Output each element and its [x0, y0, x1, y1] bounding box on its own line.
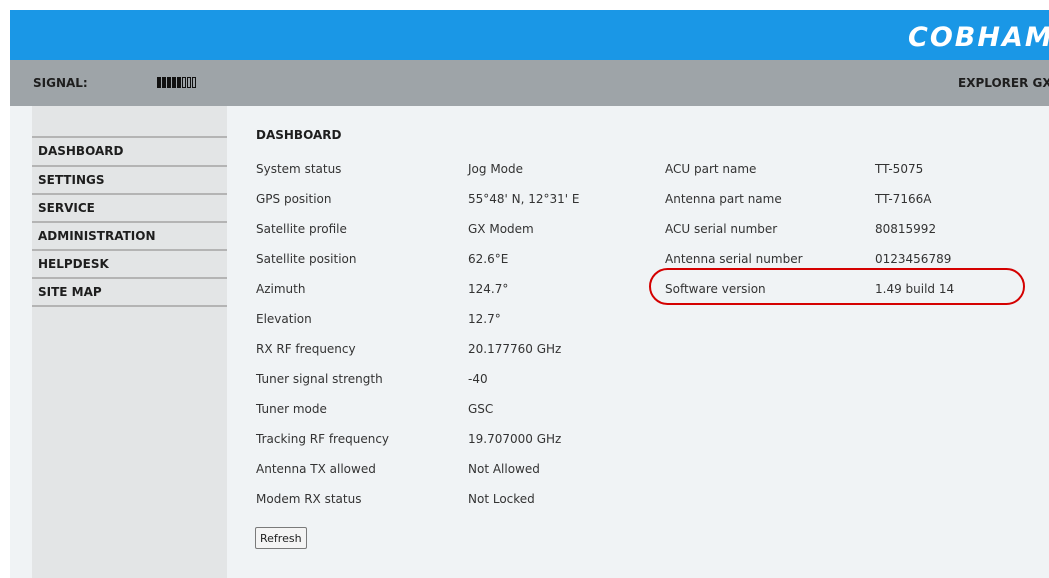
page-title: DASHBOARD [256, 128, 342, 142]
main-content: DASHBOARD SETTINGS SERVICE ADMINISTRATIO… [10, 106, 1049, 578]
status-row: Satellite position 62.6°E [256, 244, 656, 274]
status-value: 80815992 [875, 222, 937, 236]
software-version-highlight [649, 268, 1025, 305]
status-label: System status [256, 162, 342, 176]
sidebar-item-administration[interactable]: ADMINISTRATION [32, 223, 227, 251]
cobham-logo: COBHAM [908, 22, 1049, 53]
status-label: Tuner signal strength [256, 372, 383, 386]
status-value: TT-5075 [875, 162, 924, 176]
status-value: TT-7166A [875, 192, 932, 206]
status-value: 12.7° [468, 312, 501, 326]
status-row: Tuner signal strength -40 [256, 364, 656, 394]
sidebar-item-service[interactable]: SERVICE [32, 195, 227, 223]
signal-bar-filled [177, 77, 181, 88]
sidebar-item-settings[interactable]: SETTINGS [32, 167, 227, 195]
status-label: Antenna part name [665, 192, 782, 206]
status-label: Modem RX status [256, 492, 362, 506]
signal-bar-empty [187, 77, 191, 88]
status-label: GPS position [256, 192, 332, 206]
product-name: EXPLORER GX [958, 76, 1049, 90]
status-row: Modem RX status Not Locked [256, 484, 656, 514]
status-label: Azimuth [256, 282, 306, 296]
status-label: Tuner mode [256, 402, 327, 416]
sidebar-item-dashboard[interactable]: DASHBOARD [32, 138, 227, 167]
status-label: ACU serial number [665, 222, 778, 236]
signal-label: SIGNAL: [33, 76, 88, 90]
status-row: Satellite profile GX Modem [256, 214, 656, 244]
status-value: GSC [468, 402, 494, 416]
signal-bar-filled [172, 77, 176, 88]
status-value: Not Allowed [468, 462, 540, 476]
status-label: ACU part name [665, 162, 757, 176]
status-value: Jog Mode [468, 162, 524, 176]
status-row: System status Jog Mode [256, 154, 656, 184]
status-label: Antenna serial number [665, 252, 803, 266]
sidebar-item-helpdesk[interactable]: HELPDESK [32, 251, 227, 279]
status-label: RX RF frequency [256, 342, 356, 356]
signal-bar-empty [182, 77, 186, 88]
sidebar: DASHBOARD SETTINGS SERVICE ADMINISTRATIO… [32, 106, 227, 578]
status-value: -40 [468, 372, 488, 386]
status-row: ACU part name TT-5075 [665, 154, 1025, 184]
status-row: Azimuth 124.7° [256, 274, 656, 304]
status-label: Elevation [256, 312, 312, 326]
status-value: GX Modem [468, 222, 534, 236]
status-label: Satellite position [256, 252, 357, 266]
signal-bar-filled [167, 77, 171, 88]
status-row: Antenna part name TT-7166A [665, 184, 1025, 214]
status-row: Tracking RF frequency 19.707000 GHz [256, 424, 656, 454]
status-value: 62.6°E [468, 252, 509, 266]
status-row: Tuner mode GSC [256, 394, 656, 424]
status-value: 19.707000 GHz [468, 432, 562, 446]
status-row: RX RF frequency 20.177760 GHz [256, 334, 656, 364]
status-value: 0123456789 [875, 252, 952, 266]
signal-bar-filled [162, 77, 166, 88]
status-row: ACU serial number 80815992 [665, 214, 1025, 244]
header-bar: COBHAM [10, 10, 1049, 60]
signal-bar-filled [157, 77, 161, 88]
sidebar-nav: DASHBOARD SETTINGS SERVICE ADMINISTRATIO… [32, 136, 227, 307]
status-label: Antenna TX allowed [256, 462, 376, 476]
status-row: Antenna TX allowed Not Allowed [256, 454, 656, 484]
status-value: Not Locked [468, 492, 535, 506]
refresh-button[interactable]: Refresh [255, 527, 307, 549]
status-label: Tracking RF frequency [256, 432, 390, 446]
status-value: 55°48' N, 12°31' E [468, 192, 580, 206]
status-row: GPS position 55°48' N, 12°31' E [256, 184, 656, 214]
status-value: 20.177760 GHz [468, 342, 562, 356]
status-label: Satellite profile [256, 222, 347, 236]
status-row: Elevation 12.7° [256, 304, 656, 334]
signal-strength-indicator [157, 77, 196, 88]
status-bar: SIGNAL: EXPLORER GX [10, 60, 1049, 106]
signal-bar-empty [192, 77, 196, 88]
status-value: 124.7° [468, 282, 509, 296]
sidebar-item-site-map[interactable]: SITE MAP [32, 279, 227, 307]
